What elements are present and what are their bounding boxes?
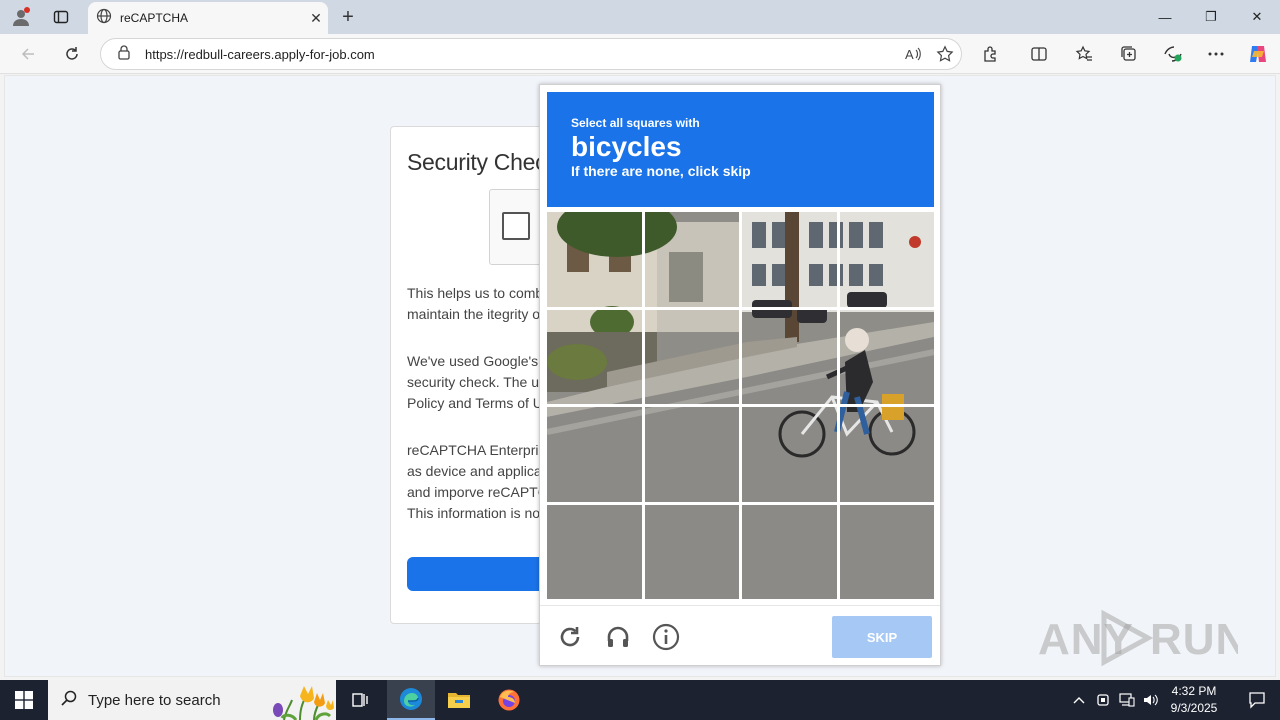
split-screen-icon[interactable] bbox=[1023, 38, 1055, 70]
challenge-tile[interactable] bbox=[742, 309, 837, 404]
challenge-tile[interactable] bbox=[644, 309, 739, 404]
watermark-run: RUN bbox=[1150, 615, 1238, 664]
browser-titlebar: reCAPTCHA ✕ + — ❐ ✕ bbox=[0, 0, 1280, 34]
recaptcha-challenge: Select all squares with bicycles If ther… bbox=[539, 84, 941, 666]
search-placeholder: Type here to search bbox=[88, 691, 221, 709]
challenge-header: Select all squares with bicycles If ther… bbox=[547, 92, 934, 207]
profile-icon[interactable] bbox=[4, 0, 38, 34]
clock-date: 9/3/2025 bbox=[1170, 701, 1218, 715]
browser-toolbar: https://redbull-careers.apply-for-job.co… bbox=[0, 34, 1280, 74]
taskbar-search[interactable]: Type here to search bbox=[48, 680, 336, 720]
challenge-hint: If there are none, click skip bbox=[571, 163, 751, 179]
tab-title: reCAPTCHA bbox=[120, 11, 189, 25]
copilot-icon[interactable] bbox=[1242, 38, 1274, 70]
challenge-tile[interactable] bbox=[644, 407, 739, 502]
challenge-tile[interactable] bbox=[547, 309, 642, 404]
security-tray-icon[interactable] bbox=[1092, 688, 1114, 712]
info-icon[interactable] bbox=[651, 622, 681, 652]
firefox-icon bbox=[498, 689, 520, 711]
challenge-tile[interactable] bbox=[839, 504, 934, 599]
audio-challenge-icon[interactable] bbox=[603, 622, 633, 652]
browser-essentials-icon[interactable] bbox=[1157, 38, 1189, 70]
challenge-tile[interactable] bbox=[547, 504, 642, 599]
svg-text:A: A bbox=[905, 47, 914, 62]
collections-icon[interactable] bbox=[1113, 38, 1145, 70]
minimize-button[interactable]: — bbox=[1142, 0, 1188, 34]
taskbar-firefox[interactable] bbox=[485, 680, 533, 720]
challenge-tile[interactable] bbox=[742, 212, 837, 307]
challenge-tile[interactable] bbox=[839, 309, 934, 404]
reload-icon[interactable] bbox=[555, 622, 585, 652]
task-view-icon bbox=[352, 693, 368, 707]
notification-icon bbox=[1249, 692, 1265, 709]
new-tab-button[interactable]: + bbox=[336, 5, 360, 29]
taskbar: Type here to search 4:32 PM 9/3/2025 bbox=[0, 680, 1280, 720]
tulip-decoration-icon bbox=[256, 680, 336, 720]
taskbar-file-explorer[interactable] bbox=[435, 680, 483, 720]
refresh-button[interactable] bbox=[56, 38, 88, 70]
tab-close-icon[interactable]: ✕ bbox=[304, 6, 328, 30]
more-menu-icon[interactable] bbox=[1200, 38, 1232, 70]
challenge-tile[interactable] bbox=[644, 212, 739, 307]
favorite-star-icon[interactable] bbox=[929, 40, 961, 68]
skip-button[interactable]: SKIP bbox=[832, 616, 932, 658]
challenge-tile[interactable] bbox=[742, 504, 837, 599]
task-view-button[interactable] bbox=[336, 680, 384, 720]
volume-icon[interactable] bbox=[1140, 688, 1162, 712]
tab-recaptcha[interactable]: reCAPTCHA ✕ bbox=[88, 2, 328, 34]
challenge-grid bbox=[547, 212, 934, 599]
not-robot-checkbox[interactable] bbox=[502, 212, 530, 240]
challenge-tile[interactable] bbox=[839, 212, 934, 307]
challenge-tile[interactable] bbox=[742, 407, 837, 502]
challenge-footer: SKIP bbox=[540, 605, 940, 665]
globe-icon bbox=[96, 8, 112, 29]
chevron-up-icon[interactable] bbox=[1068, 688, 1090, 712]
challenge-tile[interactable] bbox=[839, 407, 934, 502]
clock-time: 4:32 PM bbox=[1171, 684, 1217, 698]
folder-icon bbox=[448, 693, 470, 708]
start-button[interactable] bbox=[0, 680, 48, 720]
url-text[interactable]: https://redbull-careers.apply-for-job.co… bbox=[145, 47, 897, 62]
back-button[interactable] bbox=[12, 38, 44, 70]
favorites-icon[interactable] bbox=[1068, 38, 1100, 70]
challenge-tile[interactable] bbox=[547, 407, 642, 502]
search-icon bbox=[60, 689, 78, 712]
extensions-icon[interactable] bbox=[975, 38, 1007, 70]
challenge-instruction: Select all squares with bbox=[571, 116, 700, 130]
taskbar-edge[interactable] bbox=[387, 680, 435, 720]
notification-center-button[interactable] bbox=[1234, 680, 1280, 720]
restore-button[interactable]: ❐ bbox=[1188, 0, 1234, 34]
challenge-tile[interactable] bbox=[644, 504, 739, 599]
windows-logo-icon bbox=[15, 691, 33, 709]
challenge-tile[interactable] bbox=[547, 212, 642, 307]
anyrun-watermark: ANY RUN bbox=[1038, 606, 1238, 670]
challenge-object: bicycles bbox=[571, 131, 682, 162]
network-icon[interactable] bbox=[1116, 688, 1138, 712]
page-title: Security Check bbox=[407, 149, 558, 175]
address-bar[interactable]: https://redbull-careers.apply-for-job.co… bbox=[100, 38, 962, 70]
close-window-button[interactable]: ✕ bbox=[1234, 0, 1280, 34]
read-aloud-icon[interactable]: A bbox=[897, 40, 929, 68]
lock-icon[interactable] bbox=[117, 44, 131, 65]
system-clock[interactable]: 4:32 PM 9/3/2025 bbox=[1162, 683, 1226, 717]
edge-icon bbox=[400, 688, 422, 710]
tab-actions-icon[interactable] bbox=[44, 0, 78, 34]
